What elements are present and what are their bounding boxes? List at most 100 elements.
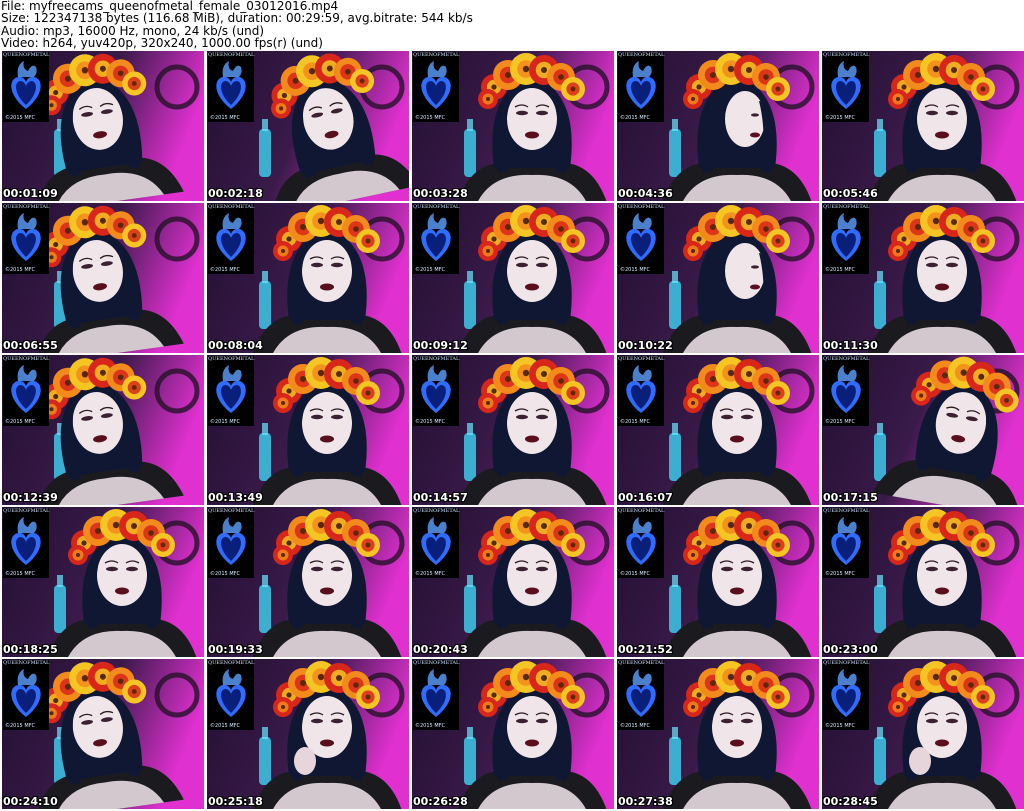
video-thumbnail: QUEENOFMETAL ©2015 MFC 00:01:09 [2,51,204,201]
logo-copyright: ©2015 MFC [825,115,855,121]
glowing-bottle [259,737,271,785]
thumbnail-scene [207,659,409,809]
thumbnail-scene [822,659,1024,809]
thumbnail-scene [617,507,819,657]
video-thumbnail: QUEENOFMETAL ©2015 MFC 00:13:49 [207,355,409,505]
logo-title: QUEENOFMETAL [413,508,460,514]
thumbnail-scene [822,355,1024,505]
logo-copyright: ©2015 MFC [620,723,650,729]
video-thumbnail: QUEENOFMETAL ©2015 MFC 00:21:52 [617,507,819,657]
logo-copyright: ©2015 MFC [825,419,855,425]
video-thumbnail: QUEENOFMETAL ©2015 MFC 00:10:22 [617,203,819,353]
thumbnail-scene [412,507,614,657]
video-thumbnail: QUEENOFMETAL ©2015 MFC 00:09:12 [412,203,614,353]
timestamp-label: 00:08:04 [208,339,263,352]
glowing-bottle [874,737,886,785]
timestamp-label: 00:04:36 [618,187,673,200]
file-info-header: File: myfreecams_queenofmetal_female_030… [0,0,1024,50]
thumbnail-scene [207,507,409,657]
glowing-bottle [464,737,476,785]
logo-copyright: ©2015 MFC [5,419,35,425]
logo-title: QUEENOFMETAL [823,52,870,58]
logo-copyright: ©2015 MFC [415,723,445,729]
thumbnail-scene [822,203,1024,353]
logo-title: QUEENOFMETAL [823,508,870,514]
thumbnail-scene [617,203,819,353]
logo-copyright: ©2015 MFC [415,419,445,425]
timestamp-label: 00:28:45 [823,795,878,808]
thumbnail-scene [2,355,204,505]
logo-title: QUEENOFMETAL [3,508,50,514]
glowing-bottle [874,585,886,633]
video-thumbnail: QUEENOFMETAL ©2015 MFC 00:23:00 [822,507,1024,657]
thumbnail-scene [412,659,614,809]
glowing-bottle [464,585,476,633]
logo-title: QUEENOFMETAL [3,356,50,362]
glowing-bottle [874,433,886,481]
glowing-bottle [54,585,66,633]
video-thumbnail: QUEENOFMETAL ©2015 MFC 00:17:15 [822,355,1024,505]
logo-copyright: ©2015 MFC [620,267,650,273]
timestamp-label: 00:26:28 [413,795,468,808]
logo-copyright: ©2015 MFC [5,267,35,273]
glowing-bottle [464,433,476,481]
glowing-bottle [669,281,681,329]
logo-copyright: ©2015 MFC [825,723,855,729]
thumbnail-grid: QUEENOFMETAL ©2015 MFC 00:01:09 QUEENOFMETA… [2,51,1024,809]
logo-title: QUEENOFMETAL [208,52,255,58]
logo-copyright: ©2015 MFC [210,723,240,729]
logo-title: QUEENOFMETAL [208,356,255,362]
logo-copyright: ©2015 MFC [825,571,855,577]
logo-title: QUEENOFMETAL [208,204,255,210]
video-thumbnail: QUEENOFMETAL ©2015 MFC 00:11:30 [822,203,1024,353]
video-thumbnail: QUEENOFMETAL ©2015 MFC 00:14:57 [412,355,614,505]
thumbnail-scene [207,355,409,505]
timestamp-label: 00:24:10 [3,795,58,808]
glowing-bottle [669,129,681,177]
video-thumbnail: QUEENOFMETAL ©2015 MFC 00:26:28 [412,659,614,809]
timestamp-label: 00:12:39 [3,491,58,504]
video-thumbnail: QUEENOFMETAL ©2015 MFC 00:27:38 [617,659,819,809]
logo-title: QUEENOFMETAL [208,660,255,666]
glowing-bottle [259,585,271,633]
logo-copyright: ©2015 MFC [5,571,35,577]
timestamp-label: 00:25:18 [208,795,263,808]
video-thumbnail: QUEENOFMETAL ©2015 MFC 00:02:18 [207,51,409,201]
logo-title: QUEENOFMETAL [413,660,460,666]
glowing-bottle [669,433,681,481]
thumbnail-scene [617,355,819,505]
video-thumbnail: QUEENOFMETAL ©2015 MFC 00:05:46 [822,51,1024,201]
glowing-bottle [259,129,271,177]
video-thumbnail: QUEENOFMETAL ©2015 MFC 00:03:28 [412,51,614,201]
thumbnail-scene [412,355,614,505]
logo-copyright: ©2015 MFC [5,723,35,729]
video-info-line: Video: h264, yuv420p, 320x240, 1000.00 f… [1,36,323,51]
video-thumbnail: QUEENOFMETAL ©2015 MFC 00:04:36 [617,51,819,201]
timestamp-label: 00:16:07 [618,491,673,504]
logo-title: QUEENOFMETAL [208,508,255,514]
logo-title: QUEENOFMETAL [413,52,460,58]
logo-title: QUEENOFMETAL [618,204,665,210]
logo-title: QUEENOFMETAL [618,356,665,362]
thumbnail-scene [412,51,614,201]
thumbnail-scene [207,51,409,201]
video-thumbnail: QUEENOFMETAL ©2015 MFC 00:25:18 [207,659,409,809]
timestamp-label: 00:18:25 [3,643,58,656]
logo-title: QUEENOFMETAL [413,356,460,362]
timestamp-label: 00:06:55 [3,339,58,352]
timestamp-label: 00:27:38 [618,795,673,808]
logo-copyright: ©2015 MFC [620,419,650,425]
thumbnail-scene [412,203,614,353]
glowing-bottle [464,129,476,177]
thumbnail-scene [617,51,819,201]
timestamp-label: 00:11:30 [823,339,878,352]
video-thumbnail: QUEENOFMETAL ©2015 MFC 00:19:33 [207,507,409,657]
timestamp-label: 00:19:33 [208,643,263,656]
file-size-line: Size: 122347138 bytes (116.68 MiB), dura… [1,11,473,26]
video-thumbnail: QUEENOFMETAL ©2015 MFC 00:24:10 [2,659,204,809]
thumbnail-scene [822,51,1024,201]
logo-copyright: ©2015 MFC [620,115,650,121]
logo-copyright: ©2015 MFC [210,115,240,121]
logo-copyright: ©2015 MFC [210,267,240,273]
video-thumbnail: QUEENOFMETAL ©2015 MFC 00:16:07 [617,355,819,505]
